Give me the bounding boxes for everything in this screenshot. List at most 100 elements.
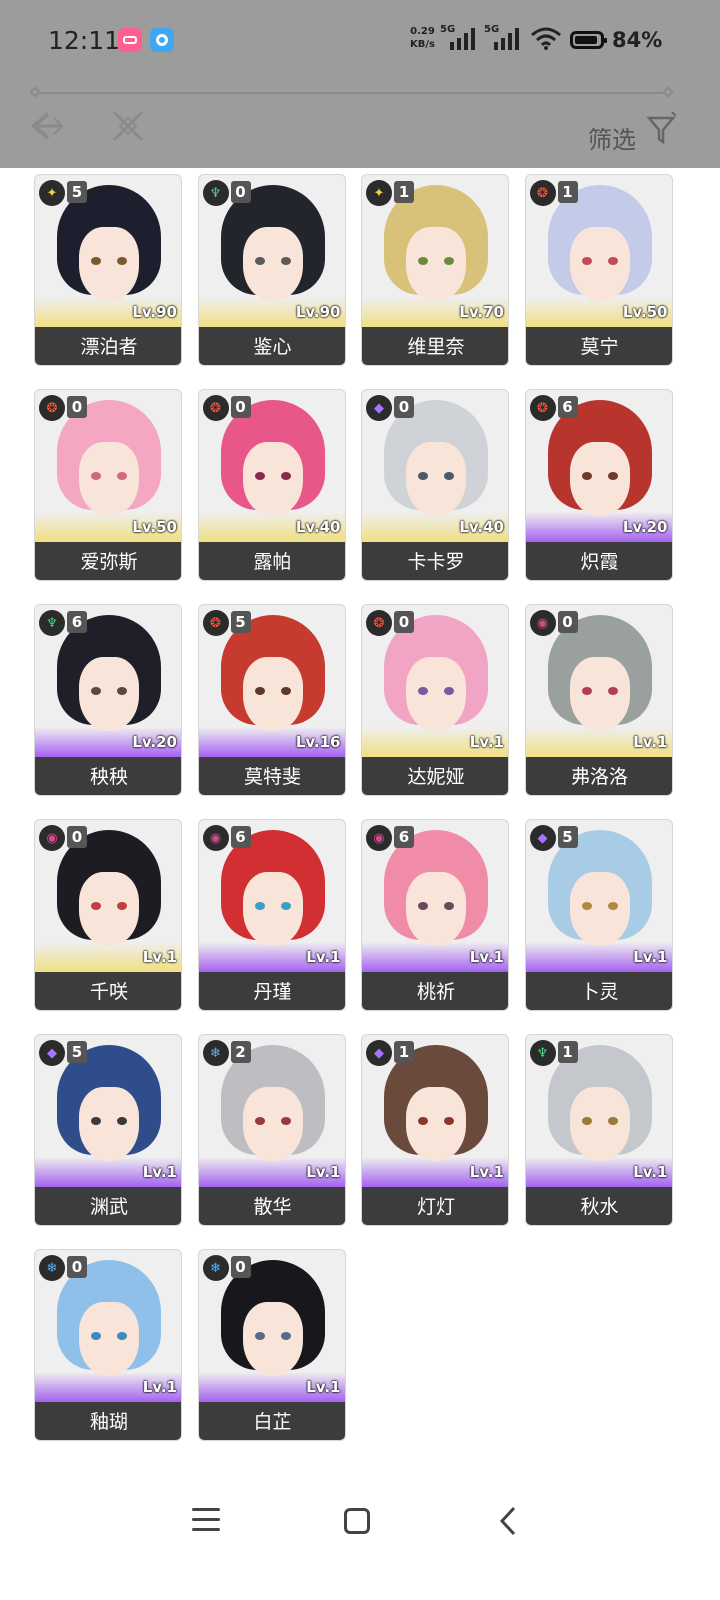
face-shape — [569, 657, 630, 731]
face-shape — [242, 657, 303, 731]
eye-right — [280, 687, 291, 695]
level-label: Lv.1 — [469, 733, 504, 751]
eye-left — [91, 1117, 101, 1125]
character-card[interactable]: ❂ 1 Lv.50 莫宁 — [524, 174, 673, 366]
eye-left — [418, 902, 428, 910]
browser-app-icon — [150, 28, 174, 52]
filter-icon[interactable] — [646, 112, 676, 148]
character-name: 卡卡罗 — [362, 542, 508, 580]
sequence-badge: 1 — [557, 181, 578, 203]
character-name: 漂泊者 — [35, 327, 181, 365]
eye-left — [581, 902, 592, 910]
face-shape — [406, 872, 466, 946]
character-name: 炽霞 — [525, 542, 672, 580]
level-label: Lv.20 — [622, 518, 668, 536]
eye-right — [280, 902, 291, 910]
fusion-icon: ❂ — [202, 395, 229, 421]
character-name: 灯灯 — [362, 1187, 508, 1225]
eye-left — [254, 687, 265, 695]
face-shape — [569, 442, 630, 516]
character-card[interactable]: ◆ 5 Lv.1 卜灵 — [524, 819, 673, 1011]
fusion-icon: ❂ — [529, 395, 556, 421]
havoc-icon: ◉ — [202, 825, 229, 851]
sequence-badge: 6 — [394, 826, 414, 848]
sequence-badge: 2 — [230, 1041, 251, 1063]
nav-back-button[interactable] — [496, 1504, 520, 1538]
face-shape — [569, 872, 630, 946]
eye-right — [607, 472, 618, 480]
fusion-icon: ❂ — [366, 610, 392, 636]
character-card[interactable]: ♆ 0 Lv.90 鉴心 — [197, 174, 346, 366]
system-navigation-bar — [0, 1490, 720, 1570]
character-name: 白芷 — [198, 1402, 345, 1440]
electro-icon: ◆ — [366, 395, 392, 421]
character-name: 维里奈 — [362, 327, 508, 365]
signal-icon — [450, 28, 475, 50]
sequence-badge: 6 — [557, 396, 578, 418]
character-card[interactable]: ❂ 0 Lv.40 露帕 — [197, 389, 346, 581]
character-card[interactable]: ◉ 6 Lv.1 桃祈 — [361, 819, 509, 1011]
character-card[interactable]: ◆ 1 Lv.1 灯灯 — [361, 1034, 509, 1226]
glacio-icon: ❄ — [202, 1255, 229, 1281]
level-label: Lv.1 — [469, 1163, 504, 1181]
character-card[interactable]: ❂ 0 Lv.50 爱弥斯 — [34, 389, 182, 581]
eye-left — [91, 687, 101, 695]
eye-right — [444, 472, 454, 480]
electro-icon: ◆ — [366, 1040, 392, 1066]
character-card[interactable]: ✦ 5 Lv.90 漂泊者 — [34, 174, 182, 366]
level-label: Lv.1 — [142, 1378, 177, 1396]
face-shape — [406, 227, 466, 301]
character-card[interactable]: ❂ 6 Lv.20 炽霞 — [524, 389, 673, 581]
character-card[interactable]: ♆ 6 Lv.20 秧秧 — [34, 604, 182, 796]
level-label: Lv.1 — [633, 733, 668, 751]
character-name: 丹瑾 — [198, 972, 345, 1010]
character-card[interactable]: ◆ 5 Lv.1 渊武 — [34, 1034, 182, 1226]
close-icon[interactable] — [108, 106, 148, 146]
character-card[interactable]: ◉ 0 Lv.1 弗洛洛 — [524, 604, 673, 796]
sequence-badge: 1 — [557, 1041, 578, 1063]
character-name: 桃祈 — [362, 972, 508, 1010]
eye-right — [444, 1117, 454, 1125]
face-shape — [569, 1087, 630, 1161]
home-button[interactable] — [344, 1508, 370, 1534]
character-card[interactable]: ✦ 1 Lv.70 维里奈 — [361, 174, 509, 366]
character-card[interactable]: ❄ 0 Lv.1 白芷 — [197, 1249, 346, 1441]
havoc-icon: ◉ — [529, 610, 556, 636]
sequence-badge: 1 — [394, 1041, 414, 1063]
top-overlay: 12:11 0.29 KB/s 5G 5G 84% 筛选 — [0, 0, 720, 168]
filter-label[interactable]: 筛选 — [588, 120, 636, 155]
eye-right — [280, 472, 291, 480]
character-card[interactable]: ◆ 0 Lv.40 卡卡罗 — [361, 389, 509, 581]
eye-right — [607, 687, 618, 695]
decorative-diamond-right — [662, 86, 674, 98]
eye-right — [280, 1332, 291, 1340]
character-card[interactable]: ❄ 2 Lv.1 散华 — [197, 1034, 346, 1226]
recent-apps-button[interactable] — [192, 1508, 220, 1538]
character-card[interactable]: ◉ 6 Lv.1 丹瑾 — [197, 819, 346, 1011]
character-card[interactable]: ❂ 0 Lv.1 达妮娅 — [361, 604, 509, 796]
sequence-badge: 0 — [230, 181, 251, 203]
electro-icon: ◆ — [529, 825, 556, 851]
sequence-badge: 0 — [67, 1256, 87, 1278]
level-label: Lv.1 — [306, 948, 341, 966]
decorative-line — [36, 92, 668, 94]
level-label: Lv.50 — [622, 303, 668, 321]
face-shape — [242, 1087, 303, 1161]
back-arrow-icon[interactable] — [26, 106, 66, 146]
character-card[interactable]: ❄ 0 Lv.1 釉瑚 — [34, 1249, 182, 1441]
eye-right — [117, 687, 127, 695]
level-label: Lv.1 — [306, 1163, 341, 1181]
character-card[interactable]: ◉ 0 Lv.1 千咲 — [34, 819, 182, 1011]
wifi-icon — [531, 27, 561, 50]
character-name: 莫特斐 — [198, 757, 345, 795]
character-card[interactable]: ♆ 1 Lv.1 秋水 — [524, 1034, 673, 1226]
eye-right — [444, 902, 454, 910]
eye-right — [117, 472, 127, 480]
eye-right — [117, 902, 127, 910]
face-shape — [242, 442, 303, 516]
character-card[interactable]: ❂ 5 Lv.16 莫特斐 — [197, 604, 346, 796]
electro-icon: ◆ — [39, 1040, 65, 1066]
character-name: 卜灵 — [525, 972, 672, 1010]
character-name: 达妮娅 — [362, 757, 508, 795]
sequence-badge: 0 — [67, 396, 87, 418]
